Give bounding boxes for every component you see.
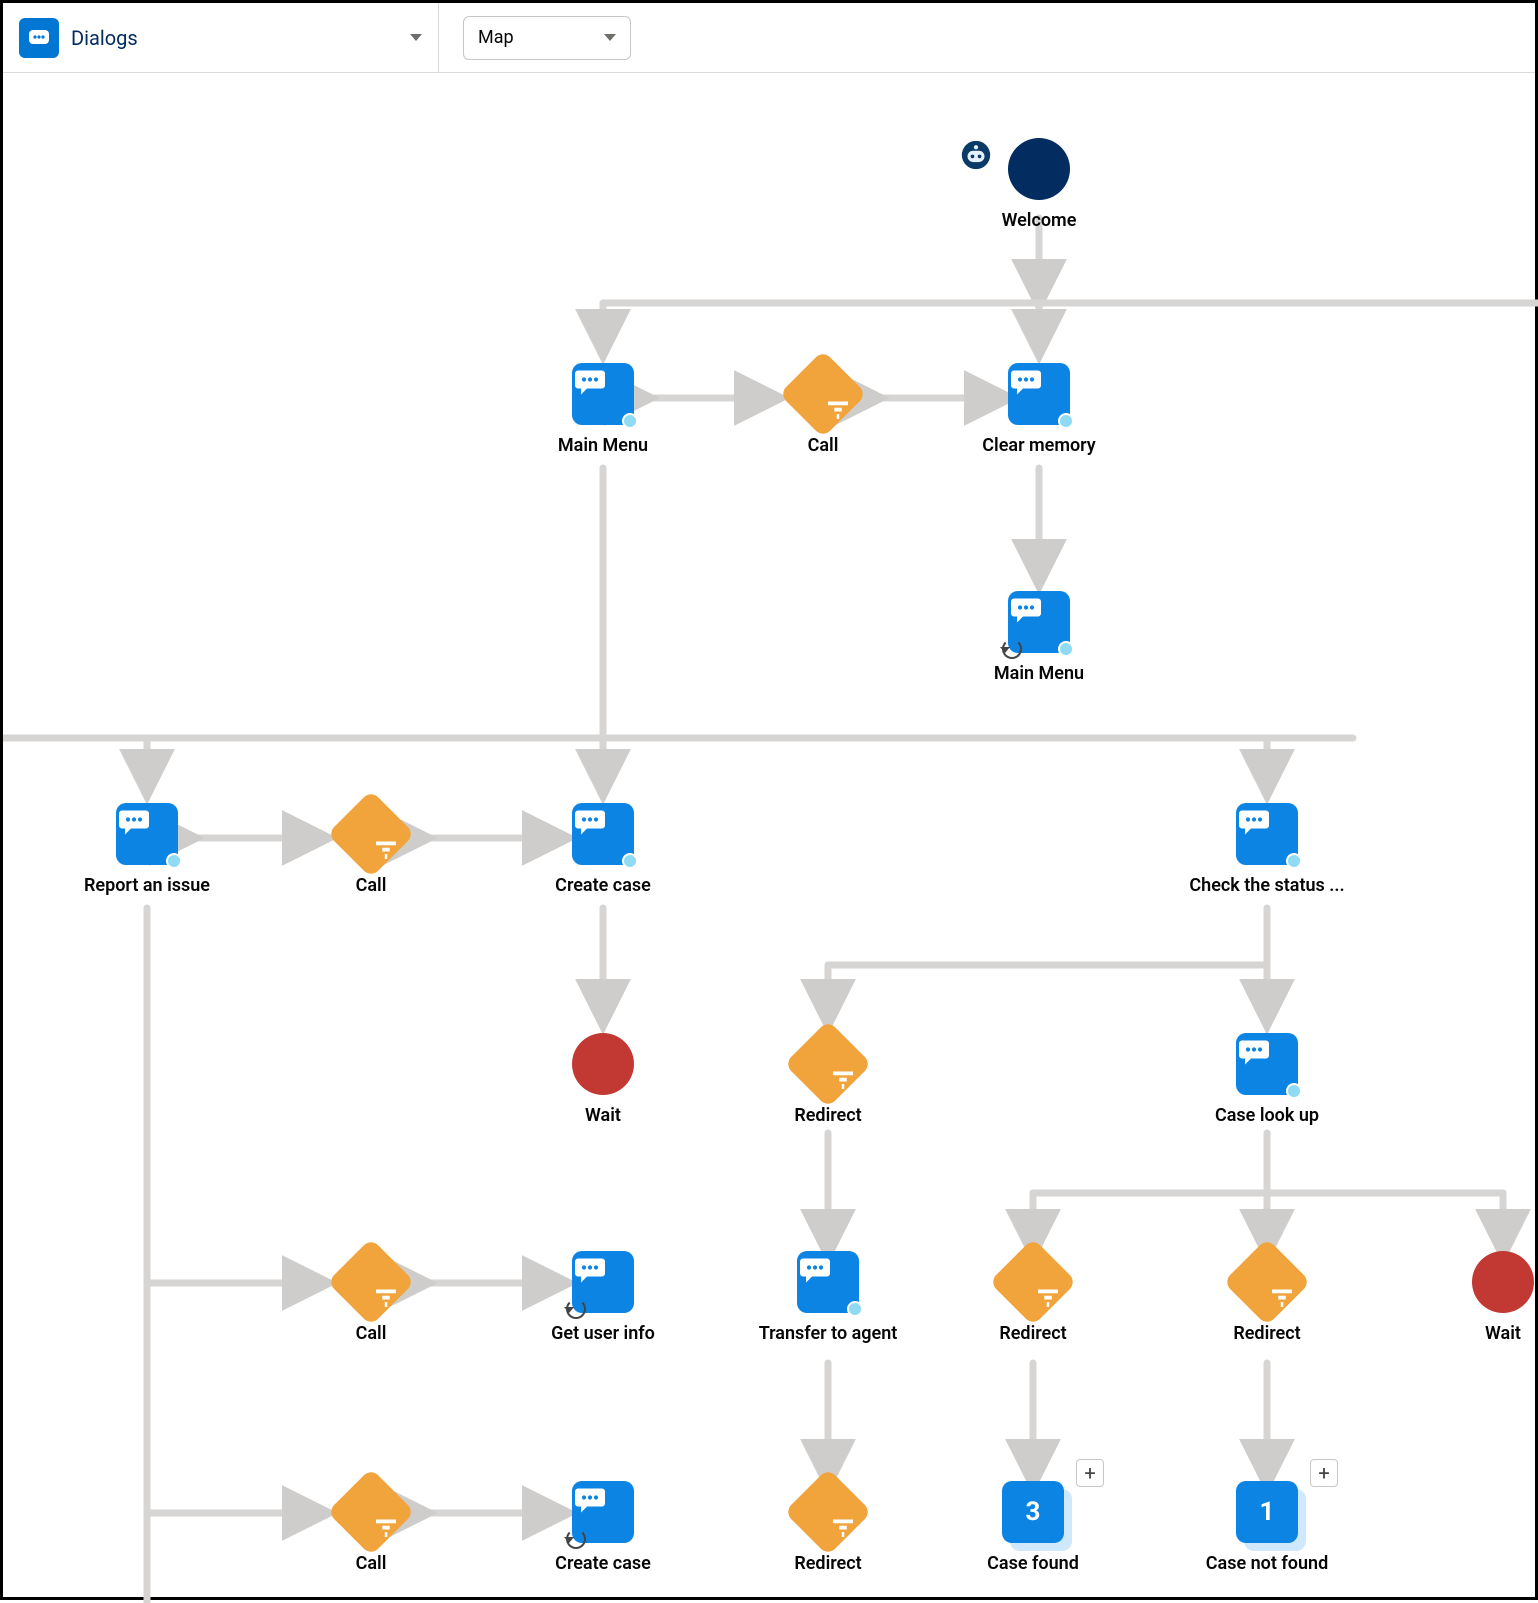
node-main-menu[interactable]: Main Menu bbox=[523, 363, 683, 456]
node-main-menu-ref[interactable]: Main Menu bbox=[959, 591, 1119, 684]
dialog-icon bbox=[572, 803, 634, 865]
node-redirect3[interactable]: Redirect bbox=[1187, 1251, 1347, 1344]
dialog-icon bbox=[1236, 1033, 1298, 1095]
node-redirect4[interactable]: Redirect bbox=[748, 1481, 908, 1574]
caret-down-icon bbox=[410, 34, 422, 41]
dialog-icon bbox=[1236, 803, 1298, 865]
node-create-case[interactable]: Create case bbox=[523, 803, 683, 896]
node-welcome[interactable]: Welcome bbox=[959, 138, 1119, 231]
node-wait2[interactable]: Wait bbox=[1423, 1251, 1538, 1344]
node-call-mid1[interactable]: Call bbox=[291, 803, 451, 896]
node-get-user-info[interactable]: Get user info bbox=[523, 1251, 683, 1344]
entity-dropdown[interactable]: Dialogs bbox=[19, 3, 439, 72]
dialog-icon bbox=[116, 803, 178, 865]
node-case-found[interactable]: + 3 Case found bbox=[953, 1481, 1113, 1574]
view-label: Map bbox=[478, 27, 514, 48]
rule-icon bbox=[989, 1238, 1077, 1326]
loop-icon bbox=[566, 1529, 586, 1549]
node-wait1[interactable]: Wait bbox=[523, 1033, 683, 1126]
node-redirect2[interactable]: Redirect bbox=[953, 1251, 1113, 1344]
entity-label: Dialogs bbox=[71, 26, 138, 50]
flow-canvas[interactable]: Welcome Main Menu Call Clear memory bbox=[3, 73, 1535, 1597]
rule-icon bbox=[784, 1468, 872, 1556]
node-create-case-ref[interactable]: Create case bbox=[523, 1481, 683, 1574]
node-clear-memory[interactable]: Clear memory bbox=[959, 363, 1119, 456]
view-dropdown[interactable]: Map bbox=[463, 16, 631, 60]
node-call-mid2[interactable]: Call bbox=[291, 1251, 451, 1344]
node-redirect1[interactable]: Redirect bbox=[748, 1033, 908, 1126]
node-case-not-found[interactable]: + 1 Case not found bbox=[1187, 1481, 1347, 1574]
bot-start-icon bbox=[1008, 138, 1070, 200]
expand-button[interactable]: + bbox=[1076, 1459, 1104, 1487]
loop-icon bbox=[566, 1299, 586, 1319]
dialog-icon bbox=[572, 1481, 634, 1543]
node-case-lookup[interactable]: Case look up bbox=[1187, 1033, 1347, 1126]
dialog-icon bbox=[1008, 591, 1070, 653]
rule-icon bbox=[1223, 1238, 1311, 1326]
rule-icon bbox=[779, 350, 867, 438]
rule-icon bbox=[327, 790, 415, 878]
stack-icon: + 3 bbox=[1002, 1481, 1064, 1543]
node-call-top[interactable]: Call bbox=[743, 363, 903, 456]
dialog-icon bbox=[572, 1251, 634, 1313]
toolbar: Dialogs Map bbox=[3, 3, 1535, 73]
node-check-status[interactable]: Check the status ... bbox=[1187, 803, 1347, 896]
dialog-icon bbox=[797, 1251, 859, 1313]
rule-icon bbox=[327, 1468, 415, 1556]
wait-icon bbox=[1472, 1251, 1534, 1313]
loop-icon bbox=[1002, 639, 1022, 659]
wait-icon bbox=[572, 1033, 634, 1095]
node-transfer-agent[interactable]: Transfer to agent bbox=[748, 1251, 908, 1344]
rule-icon bbox=[784, 1020, 872, 1108]
node-report-issue[interactable]: Report an issue bbox=[67, 803, 227, 896]
dialog-icon bbox=[1008, 363, 1070, 425]
caret-down-icon bbox=[604, 34, 616, 41]
rule-icon bbox=[327, 1238, 415, 1326]
node-call-bottom[interactable]: Call bbox=[291, 1481, 451, 1574]
stack-icon: + 1 bbox=[1236, 1481, 1298, 1543]
dialog-icon bbox=[572, 363, 634, 425]
dialogs-icon bbox=[19, 18, 59, 58]
expand-button[interactable]: + bbox=[1310, 1459, 1338, 1487]
